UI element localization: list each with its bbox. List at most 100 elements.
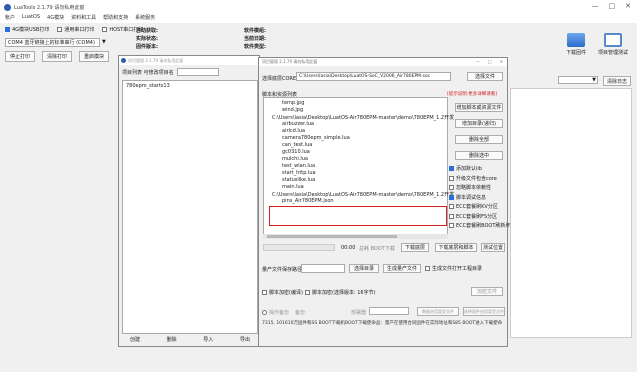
checkbox-icon xyxy=(449,194,454,200)
dialog-close-button[interactable]: ✕ xyxy=(500,59,503,64)
option-open-folder[interactable]: 生成文件打开工程目录 xyxy=(425,265,482,272)
list-item[interactable]: 780epm_starts13 xyxy=(123,81,257,91)
tree-node-file[interactable]: gc0310.lua xyxy=(268,149,443,156)
select-folder-button[interactable]: 选择目录 xyxy=(349,264,379,273)
chevron-down-icon[interactable]: ▼ xyxy=(102,38,106,47)
menu-tools[interactable]: 资料和工具 xyxy=(71,14,96,23)
info-label: 固件版本: xyxy=(136,44,158,50)
deployer-label: 部署器 xyxy=(351,310,367,316)
scrollbar-thumb[interactable] xyxy=(267,235,397,238)
dialog-title-bar: 项目管理 2.1.79 请勿私用此窗 xyxy=(119,56,259,65)
download-progress-bar xyxy=(263,244,335,251)
minimize-button[interactable]: — xyxy=(592,2,599,10)
option-uart-print[interactable]: 通用串口打印 xyxy=(57,26,94,33)
tree-node-file[interactable]: can_test.lua xyxy=(268,142,443,149)
create-project-button[interactable]: 创建 xyxy=(122,336,148,343)
option-ecc-kv[interactable]: ECC套餐刷KV分区 xyxy=(449,202,510,212)
output-path-label: 量产文件保存路径 xyxy=(262,267,303,273)
settings-icon xyxy=(604,33,622,47)
build-options: 添加默认lib 升级文件包含core 忽略脚本依赖性 脚本调试信息 ECC套餐刷… xyxy=(449,164,510,231)
option-usb-print[interactable]: 4G模块USB打印 xyxy=(5,26,49,33)
project-list-label: 项目列表 可修改项目名 xyxy=(122,70,174,76)
menu-account[interactable]: 帐户 xyxy=(5,14,15,23)
generate-file-button[interactable]: 生成量产文件 xyxy=(383,264,421,273)
option-default-lib[interactable]: 添加默认lib xyxy=(449,164,510,174)
checkbox-icon xyxy=(449,213,454,219)
file-tree-scrollbar[interactable] xyxy=(263,234,448,239)
tree-node-file[interactable]: pins_Air780EPM.json xyxy=(268,198,443,205)
option-ignore-deps[interactable]: 忽略脚本依赖性 xyxy=(449,183,510,193)
tree-node-file[interactable]: camera780epm_simple.lua xyxy=(268,135,443,142)
menu-luatos[interactable]: LuatOS xyxy=(22,14,40,23)
tree-node-file[interactable]: statuslike.lua xyxy=(268,177,443,184)
test-position-button[interactable]: 测试位置 xyxy=(481,243,505,252)
clear-print-button[interactable]: 清除打印 xyxy=(42,51,72,62)
maximize-button[interactable]: □ xyxy=(609,2,616,10)
deployer-field[interactable] xyxy=(369,307,409,315)
log-filter-select[interactable]: ▼ xyxy=(558,76,598,84)
download-firmware-button[interactable]: 下载固件 xyxy=(560,33,592,63)
tree-node-folder[interactable]: C:\Users\lasia\Desktop\LuatOS-Air780EPM-… xyxy=(268,191,454,198)
tree-node-file[interactable]: wind.jpg xyxy=(268,107,443,114)
import-project-button[interactable]: 导入 xyxy=(195,336,221,343)
dialog-maximize-button[interactable]: □ xyxy=(488,59,492,64)
option-encrypt[interactable]: 脚本加密(编译) xyxy=(262,289,303,296)
stop-print-button[interactable]: 停止打印 xyxy=(5,51,35,62)
log-output[interactable] xyxy=(510,88,632,338)
menu-system[interactable]: 系统服务 xyxy=(135,14,155,23)
checkbox-icon xyxy=(449,223,454,229)
core-path-field[interactable]: C:\Users\lasia\Desktop\LuatOS-SoC_V2006_… xyxy=(296,72,451,81)
delete-selected-button[interactable]: 删除选中 xyxy=(455,151,503,160)
close-button[interactable]: ✕ xyxy=(625,2,631,10)
script-warning[interactable]: [提示说明:更多详细请看] xyxy=(447,91,497,97)
info-label: 自动获取: xyxy=(136,28,158,34)
tree-node-file[interactable]: test_wlan.lua xyxy=(268,163,443,170)
info-label: 当前日期: xyxy=(244,36,266,42)
option-debug-info[interactable]: 脚本调试信息 xyxy=(449,193,510,203)
core-label: 选择底层CORE xyxy=(262,76,297,82)
option-ecc-fs[interactable]: ECC套餐刷FS分区 xyxy=(449,212,510,222)
clear-log-button[interactable]: 清除日志 xyxy=(603,76,631,86)
encrypt-file-button[interactable]: 加密文件 xyxy=(471,287,503,296)
checkbox-icon xyxy=(449,166,454,172)
download-core-script-button[interactable]: 下载底层和脚本 xyxy=(435,243,477,252)
output-path-field[interactable] xyxy=(301,264,345,273)
tree-node-folder[interactable]: C:\Users\lasia\Desktop\LuatOS-Air780EPM-… xyxy=(268,114,454,121)
dialog-title-bar: 项目管理 2.1.79 请勿私用此窗 — □ ✕ xyxy=(259,58,507,66)
tree-node-file[interactable]: airbuzzer.lua xyxy=(268,121,443,128)
restart-module-button[interactable]: 重启模块 xyxy=(79,51,109,62)
select-core-button[interactable]: 选择文件 xyxy=(467,72,503,81)
dialog-minimize-button[interactable]: — xyxy=(476,59,480,64)
info-label: 软件模组: xyxy=(244,28,266,34)
device-info: 自动获取: 实际状态: 固件版本: xyxy=(136,27,158,51)
tree-node-file[interactable]: start_http.lua xyxy=(268,170,443,177)
tree-node-file[interactable]: mulchi.lua xyxy=(268,156,443,163)
project-list[interactable]: 780epm_starts13 xyxy=(122,80,258,334)
option-ecc-boot[interactable]: ECC套餐刷BOOT刷新坏 xyxy=(449,221,510,231)
tree-node-file[interactable]: main.lua xyxy=(268,184,443,191)
file-tree[interactable]: temp.jpg wind.jpg C:\Users\lasia\Desktop… xyxy=(263,97,454,239)
firmware-enable-button[interactable]: 选择固件启用类型文件 xyxy=(463,307,505,316)
checkbox-icon xyxy=(449,185,454,191)
add-folder-button[interactable]: 增加目录(递归) xyxy=(455,119,503,128)
port-select[interactable]: COM4 蓝牙链接上的标准串行 (COM4) xyxy=(5,38,100,47)
project-search-input[interactable] xyxy=(177,68,219,76)
option-backup[interactable]: 操作备份 xyxy=(262,309,289,316)
delete-project-button[interactable]: 删除 xyxy=(159,336,185,343)
tree-node-file[interactable]: temp.jpg xyxy=(268,100,443,107)
add-script-button[interactable]: 增加脚本或资源文件 xyxy=(455,103,503,112)
tree-node-file[interactable]: airlcd.lua xyxy=(268,128,443,135)
export-project-button[interactable]: 导出 xyxy=(232,336,258,343)
menu-help[interactable]: 帮助和支持 xyxy=(103,14,128,23)
progress-time: 00:00 xyxy=(341,245,356,251)
data-enable-button[interactable]: 数据启用类型文件 xyxy=(417,307,459,316)
option-encrypt-version[interactable]: 脚本加密(选择版本: 16字节) xyxy=(305,289,376,296)
delete-all-button[interactable]: 删除全部 xyxy=(455,135,503,144)
project-manage-button[interactable]: 项目管理测试 xyxy=(597,33,629,63)
connection-options: 4G模块USB打印 通用串口打印 HOST串口打印 xyxy=(5,26,143,33)
project-detail-dialog: 项目管理 2.1.79 请勿私用此窗 — □ ✕ 选择底层CORE C:\Use… xyxy=(258,57,510,347)
app-logo-icon xyxy=(121,58,126,63)
option-include-core[interactable]: 升级文件包含core xyxy=(449,174,510,184)
menu-4g[interactable]: 4G模块 xyxy=(47,14,64,23)
download-core-button[interactable]: 下载底层 xyxy=(401,243,429,252)
